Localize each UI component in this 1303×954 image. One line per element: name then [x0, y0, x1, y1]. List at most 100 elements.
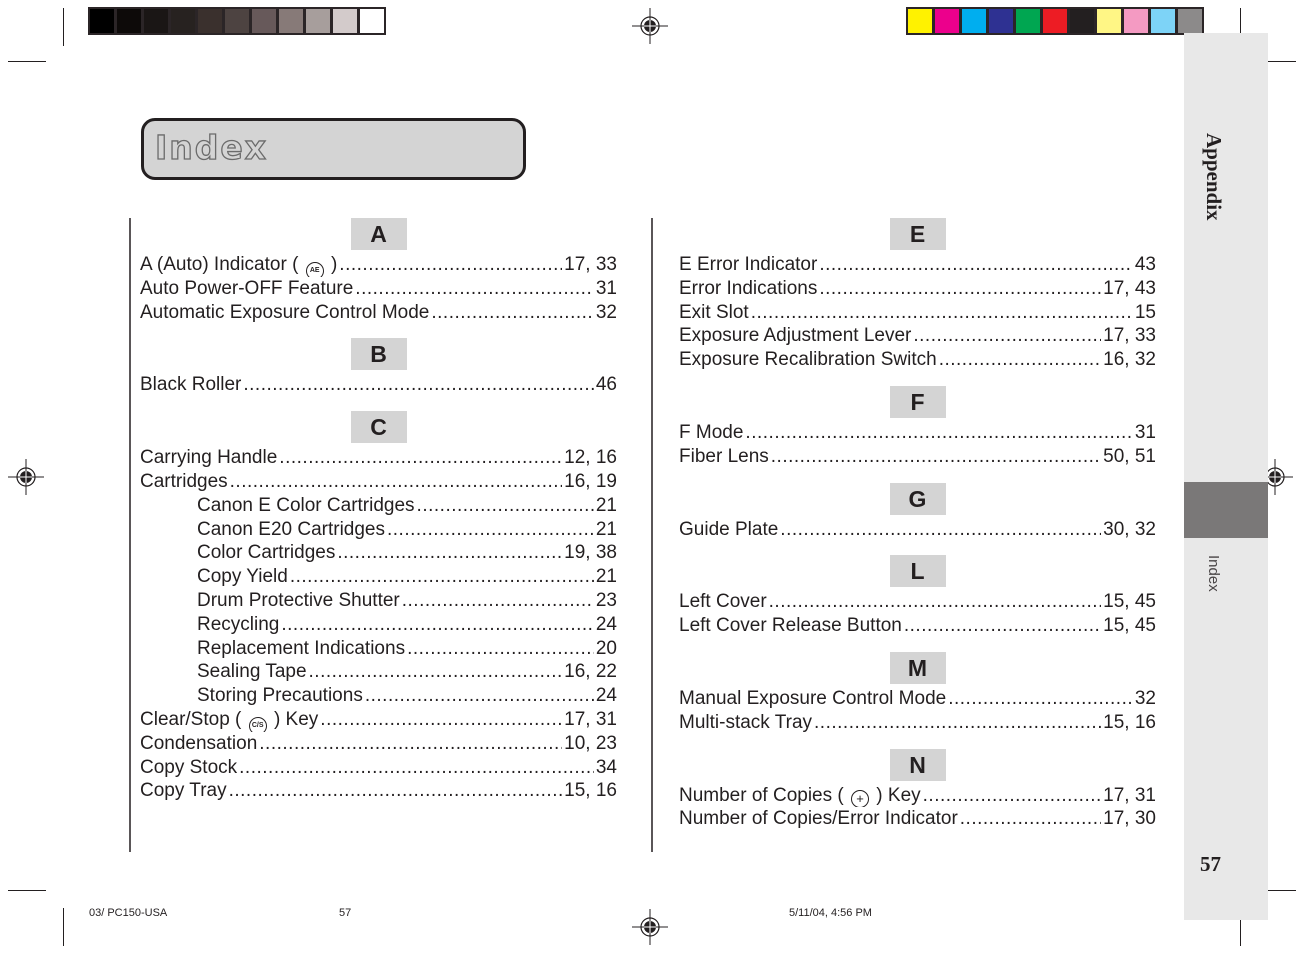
dot-leader: [230, 470, 563, 494]
dot-leader: [923, 784, 1102, 808]
color-swatch: [1070, 9, 1094, 33]
index-entry: Copy Stock 34: [140, 756, 617, 780]
dot-leader: [769, 590, 1102, 614]
entry-pages: 31: [1134, 421, 1156, 443]
entry-label: Exposure Adjustment Lever: [679, 324, 911, 348]
entry-label: Clear/Stop ( C/S ) Key: [140, 708, 318, 732]
color-swatch: [1124, 9, 1148, 33]
crop-mark: [8, 61, 46, 62]
letter-heading-wrap: E: [679, 218, 1156, 250]
entry-label-text: Clear/Stop (: [140, 708, 242, 730]
color-swatch: [935, 9, 959, 33]
dot-leader: [365, 684, 594, 708]
entry-pages: 24: [595, 685, 617, 707]
dot-leader: [243, 373, 593, 397]
page-title: Index: [154, 127, 269, 167]
entry-label-text: Sealing Tape: [197, 661, 307, 683]
index-entry: Automatic Exposure Control Mode 32: [140, 301, 617, 325]
entry-label: Carrying Handle: [140, 446, 277, 470]
entry-label-text: Canon E20 Cartridges: [197, 518, 385, 540]
entry-label: Left Cover: [679, 590, 767, 614]
dot-leader: [819, 277, 1101, 301]
color-swatch: [1178, 9, 1202, 33]
dot-leader: [279, 446, 562, 470]
entry-pages: 32: [1134, 687, 1156, 709]
index-section-g: G Guide Plate 30, 32: [679, 482, 1156, 542]
entry-label: Storing Precautions: [197, 684, 363, 708]
clear-stop-key-icon: C/S: [248, 716, 267, 732]
entry-pages: 12, 16: [564, 447, 617, 469]
entry-label-text: Manual Exposure Control Mode: [679, 687, 947, 709]
color-swatch: [1043, 9, 1067, 33]
registration-mark-icon: [8, 459, 44, 495]
index-entry: Exposure Recalibration Switch 16, 32: [679, 348, 1156, 372]
entry-pages: 21: [595, 566, 617, 588]
dot-leader: [339, 253, 562, 277]
entry-label: Color Cartridges: [197, 541, 335, 565]
entry-label-text: Exposure Adjustment Lever: [679, 325, 912, 347]
letter-heading: N: [889, 748, 946, 781]
entry-label-text: Exit Slot: [679, 301, 749, 323]
entry-label-text: Black Roller: [140, 374, 242, 396]
entry-label: Exit Slot: [679, 301, 749, 325]
crop-mark: [63, 908, 64, 946]
page-number: 57: [1200, 852, 1221, 876]
entry-label-text: Error Indications: [679, 277, 818, 299]
entry-label: Cartridges: [140, 470, 228, 494]
index-section-n: NNumber of Copies ( + ) Key17, 31Number …: [679, 748, 1156, 832]
index-column-left: AA (Auto) Indicator ( AE )17, 33Auto Pow…: [140, 218, 617, 817]
entry-pages: 19, 38: [564, 542, 617, 564]
dot-leader: [904, 614, 1101, 638]
gray-swatch: [144, 9, 168, 33]
footer-job-name: 03/ PC150-USA: [89, 907, 168, 919]
entry-pages: 17, 33: [1103, 325, 1156, 347]
index-entry: Condensation 10, 23: [140, 732, 617, 756]
entry-label-text: Automatic Exposure Control Mode: [140, 301, 430, 323]
entry-label: Black Roller: [140, 373, 241, 397]
entry-label-text: Fiber Lens: [679, 445, 769, 467]
gray-swatch: [198, 9, 222, 33]
entry-label: A (Auto) Indicator ( AE ): [140, 253, 337, 277]
entry-pages: 24: [595, 613, 617, 635]
entry-label-text: Storing Precautions: [197, 685, 363, 707]
letter-heading-wrap: M: [679, 651, 1156, 684]
entry-label-text: ) Key: [876, 784, 921, 806]
index-subentry: Copy Yield 21: [140, 565, 617, 589]
dot-leader: [387, 518, 594, 542]
gray-swatch: [171, 9, 195, 33]
crop-mark: [63, 8, 64, 46]
entry-label-text: Drum Protective Shutter: [197, 589, 400, 611]
dot-leader: [780, 518, 1101, 542]
dot-leader: [751, 301, 1133, 325]
entry-label-text: Left Cover: [679, 591, 767, 613]
entry-pages: 16, 32: [1103, 349, 1156, 371]
footer-page: 57: [339, 907, 352, 919]
color-swatch: [989, 9, 1013, 33]
index-entry: A (Auto) Indicator ( AE ) 17, 33: [140, 253, 617, 277]
dot-leader: [355, 277, 594, 301]
entry-label: Canon E Color Cartridges: [197, 494, 415, 518]
dot-leader: [309, 660, 563, 684]
entry-pages: 17, 30: [1103, 808, 1156, 830]
letter-heading-wrap: C: [140, 411, 617, 444]
dot-leader: [745, 421, 1132, 445]
dot-leader: [948, 687, 1133, 711]
index-column-right: E E Error Indicator 43 Error Indications 17,…: [679, 218, 1156, 845]
index-subentry: Storing Precautions 24: [140, 684, 617, 708]
process-color-bar: [906, 7, 1204, 35]
entry-label: Exposure Recalibration Switch: [679, 348, 937, 372]
dot-leader: [960, 807, 1101, 831]
entry-label-text: Number of Copies/Error Indicator: [679, 808, 958, 830]
color-swatch: [908, 9, 932, 33]
entry-pages: 17, 43: [1103, 277, 1156, 299]
letter-heading: E: [889, 218, 946, 250]
index-entry: Number of Copies/Error Indicator 17, 30: [679, 807, 1156, 831]
index-entry: E Error Indicator 43: [679, 253, 1156, 277]
entry-label: Manual Exposure Control Mode: [679, 687, 946, 711]
letter-heading-wrap: L: [679, 555, 1156, 588]
gray-swatch: [252, 9, 276, 33]
side-tab-strip: [1184, 33, 1268, 920]
entry-label-text: ): [330, 254, 338, 275]
entry-label: Canon E20 Cartridges: [197, 518, 385, 542]
entry-label-text: Color Cartridges: [197, 542, 336, 564]
